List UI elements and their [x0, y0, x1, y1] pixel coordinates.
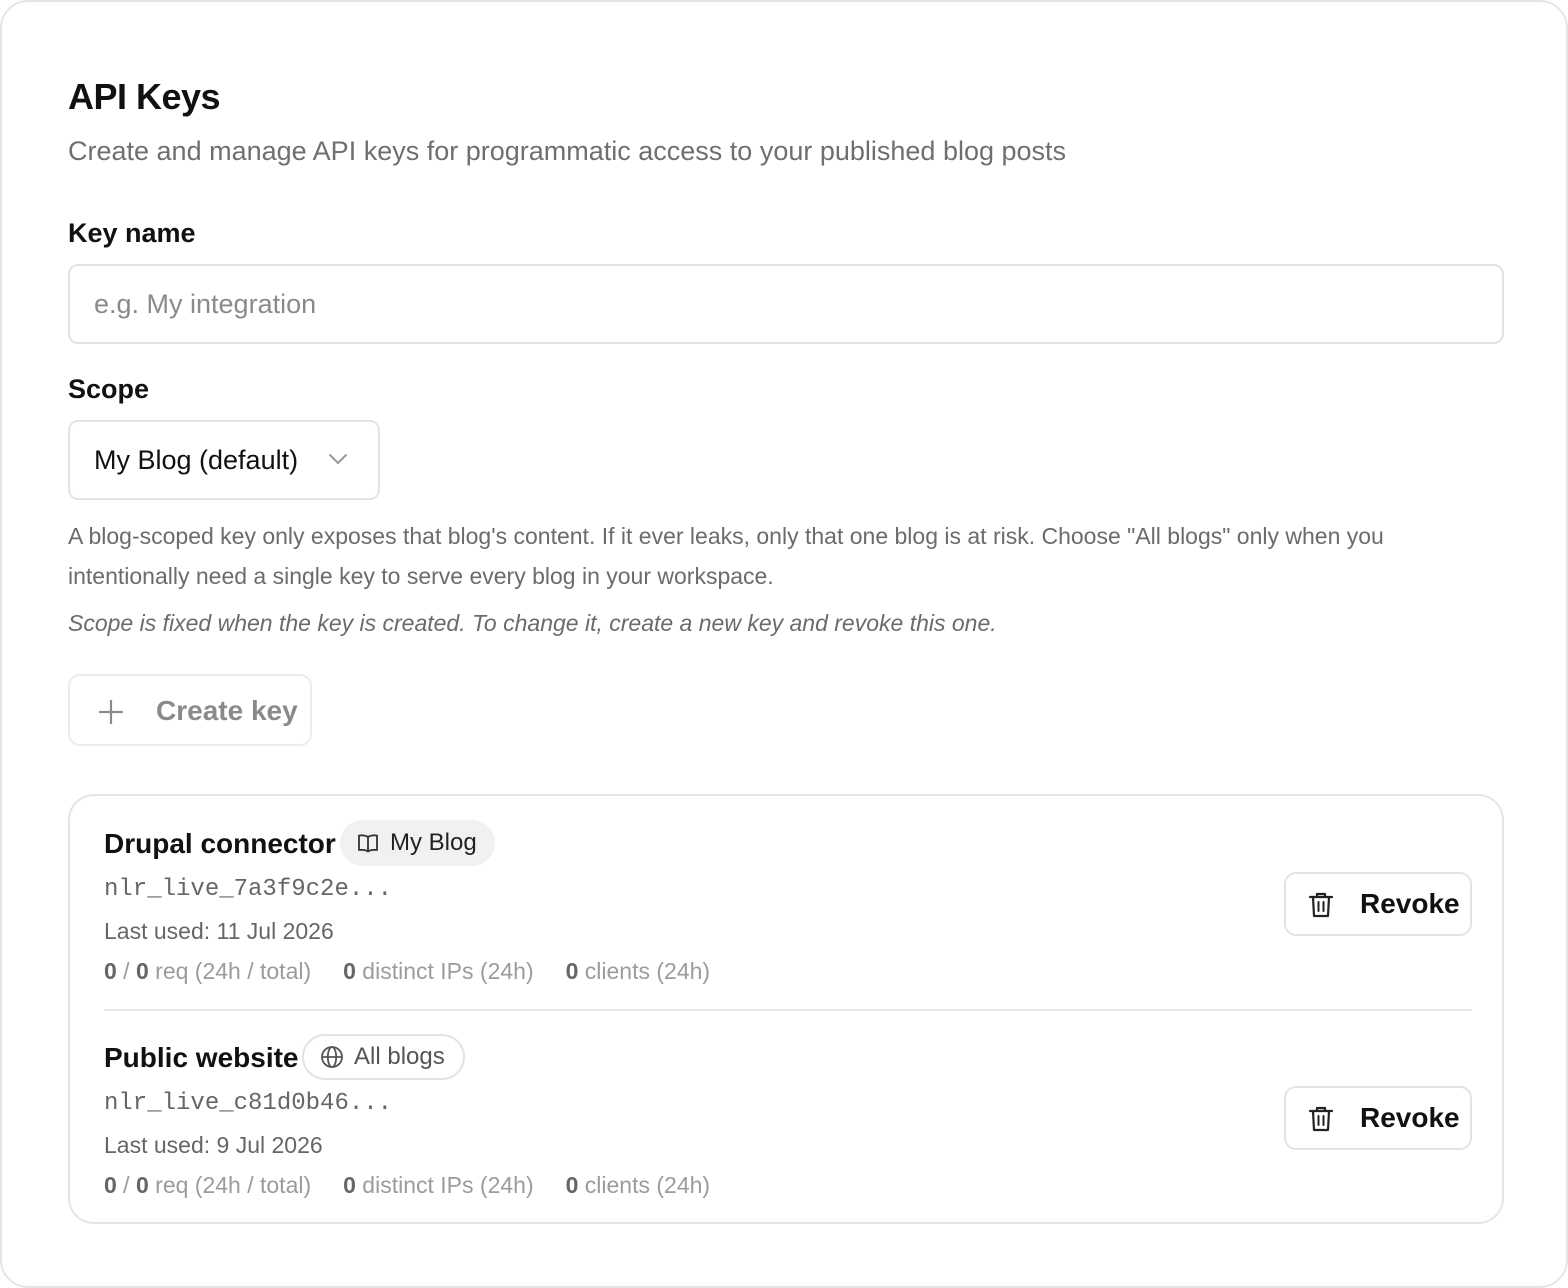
clients-label: clients (24h) [578, 958, 711, 984]
distinct-ips-label: distinct IPs (24h) [355, 1172, 534, 1198]
scope-label: Scope [68, 374, 150, 404]
requests-label: req (24h / total) [148, 1172, 312, 1198]
create-key-button[interactable]: Create key [68, 674, 312, 746]
scope-fixed-note: Scope is fixed when the key is created. … [68, 610, 997, 636]
scope-select-value: My Blog (default) [94, 444, 299, 475]
revoke-button[interactable]: Revoke [1284, 1086, 1472, 1150]
page-title: API Keys [68, 76, 221, 117]
requests-label: req (24h / total) [148, 958, 312, 984]
key-prefix: nlr_live_7a3f9c2e... [104, 876, 393, 903]
create-key-label: Create key [156, 695, 298, 726]
api-keys-list: Drupal connector My Blog nlr_live_7a3f9c… [68, 794, 1504, 1224]
scope-badge: My Blog [340, 820, 495, 866]
clients-label: clients (24h) [578, 1172, 711, 1198]
usage-stats: 0 / 0 req (24h / total) 0 distinct IPs (… [104, 958, 710, 985]
clients: 0 [565, 1172, 579, 1198]
key-name-input[interactable] [68, 264, 1504, 344]
trash-icon [1308, 1106, 1334, 1132]
api-keys-card: API Keys Create and manage API keys for … [0, 0, 1568, 1288]
api-key-row: Drupal connector My Blog nlr_live_7a3f9c… [104, 820, 1472, 1020]
last-used: Last used: 9 Jul 2026 [104, 1132, 323, 1158]
requests-total: 0 [135, 1172, 149, 1198]
key-name: Public website [104, 1042, 299, 1073]
clients-stat: 0 clients (24h) [566, 1172, 710, 1199]
globe-icon [321, 1046, 343, 1068]
revoke-label: Revoke [1360, 1102, 1460, 1133]
request-stat: 0 / 0 req (24h / total) [104, 1172, 311, 1199]
revoke-label: Revoke [1360, 888, 1460, 919]
requests-24h: 0 [104, 958, 117, 984]
api-key-row: Public website All blogs nlr_live_c81d0b… [104, 1034, 1472, 1234]
scope-badge-label: All blogs [354, 1043, 445, 1070]
scope-badge-label: My Blog [390, 829, 477, 856]
ips-stat: 0 distinct IPs (24h) [343, 958, 533, 985]
page-subtitle: Create and manage API keys for programma… [68, 136, 1067, 166]
ips-stat: 0 distinct IPs (24h) [343, 1172, 533, 1199]
requests-total: 0 [135, 958, 149, 984]
key-divider [104, 1009, 1472, 1011]
request-separator: / [116, 958, 136, 984]
key-name: Drupal connector [104, 828, 336, 859]
scope-badge: All blogs [302, 1034, 465, 1080]
distinct-ips: 0 [343, 1172, 356, 1198]
key-name-label: Key name [68, 218, 196, 248]
request-stat: 0 / 0 req (24h / total) [104, 958, 311, 985]
clients-stat: 0 clients (24h) [566, 958, 710, 985]
clients: 0 [565, 958, 579, 984]
key-prefix: nlr_live_c81d0b46... [104, 1090, 393, 1117]
plus-icon [99, 700, 123, 724]
last-used: Last used: 11 Jul 2026 [104, 918, 334, 944]
distinct-ips-label: distinct IPs (24h) [355, 958, 534, 984]
distinct-ips: 0 [343, 958, 356, 984]
revoke-button[interactable]: Revoke [1284, 872, 1472, 936]
book-icon [358, 834, 378, 853]
usage-stats: 0 / 0 req (24h / total) 0 distinct IPs (… [104, 1172, 710, 1199]
request-separator: / [116, 1172, 136, 1198]
scope-select[interactable]: My Blog (default) [68, 420, 380, 500]
scope-help-text: A blog-scoped key only exposes that blog… [68, 523, 1384, 589]
requests-24h: 0 [104, 1172, 117, 1198]
trash-icon [1308, 892, 1334, 918]
chevron-down-icon [329, 454, 347, 464]
